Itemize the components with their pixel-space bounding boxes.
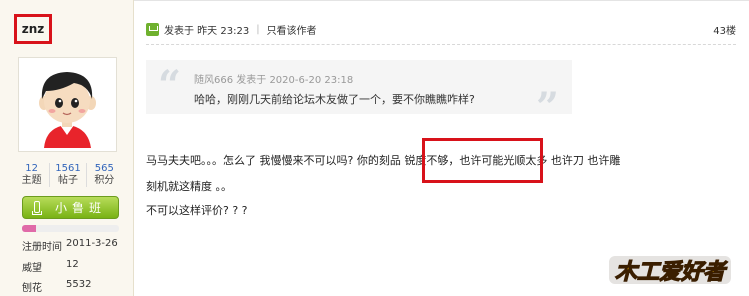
header-divider — [146, 44, 736, 45]
view-author-only-link[interactable]: 只看该作者 — [267, 22, 317, 37]
username-link[interactable]: znz — [22, 22, 45, 36]
rank-progress-bar — [22, 225, 119, 232]
open-quote-icon: “ — [158, 62, 182, 109]
post-body-line: 不可以这样评价? ? ? — [146, 204, 248, 217]
stat-threads[interactable]: 12 主题 — [14, 163, 51, 187]
stat-label: 积分 — [94, 175, 115, 186]
close-quote-icon: ” — [536, 84, 560, 131]
post-time: 发表于 昨天 23:23 — [164, 26, 250, 37]
quote-meta[interactable]: 随风666 发表于 2020-6-20 23:18 — [194, 71, 353, 86]
online-status-icon — [146, 23, 159, 36]
post-body-line: 马马夫夫吧。。。怎么了 我慢慢来不可以吗? 你的刻品 锐度不够，也许可能光顺太多… — [146, 154, 621, 167]
quote-text: 哈哈，刚刚几天前给论坛木友做了一个，要不你瞧瞧咋样? — [194, 93, 475, 106]
username-highlight: znz — [14, 14, 52, 44]
stat-label: 主题 — [21, 175, 42, 186]
info-key: 注册时间 — [22, 242, 62, 253]
info-key: 刨花 — [22, 283, 42, 294]
post-header: 发表于 昨天 23:23 | 只看该作者 — [146, 22, 317, 37]
svg-text:木工爱好者: 木工爱好者 — [615, 260, 728, 285]
rank-title: 小鲁班 — [55, 201, 107, 215]
info-prestige: 威望 12 — [22, 259, 79, 274]
site-watermark-logo: 木工爱好者 — [609, 256, 731, 286]
stat-value: 12 — [25, 163, 39, 174]
avatar[interactable] — [18, 57, 117, 152]
highlight-annotation — [422, 138, 543, 183]
info-value: 12 — [66, 259, 79, 270]
stat-points[interactable]: 565 积分 — [87, 163, 122, 187]
info-shavings: 刨花 5532 — [22, 279, 91, 294]
info-value: 5532 — [66, 279, 92, 290]
stat-value: 565 — [94, 163, 114, 174]
stat-value: 1561 — [55, 163, 81, 174]
info-key: 威望 — [22, 263, 42, 274]
forum-post: znz 12 主题 1561 帖子 565 积分 小鲁班 注册时间 2011-3… — [0, 0, 749, 296]
user-stats: 12 主题 1561 帖子 565 积分 — [14, 163, 122, 187]
floor-number-link[interactable]: 43楼 — [713, 22, 736, 37]
user-sidebar: znz 12 主题 1561 帖子 565 积分 小鲁班 注册时间 2011-3… — [0, 0, 134, 296]
post-body-line: 刻机就这精度 。。 — [146, 180, 232, 193]
header-separator: | — [256, 24, 260, 35]
stat-label: 帖子 — [57, 175, 78, 186]
info-value: 2011-3-26 — [66, 238, 118, 249]
chisel-icon — [31, 200, 42, 215]
rank-progress-fill — [22, 225, 36, 232]
quote-block: “ ” 随风666 发表于 2020-6-20 23:18 哈哈，刚刚几天前给论… — [146, 60, 572, 128]
rank-badge[interactable]: 小鲁班 — [22, 196, 119, 219]
stat-posts[interactable]: 1561 帖子 — [50, 163, 87, 187]
info-register: 注册时间 2011-3-26 — [22, 238, 118, 253]
avatar-image — [22, 61, 113, 148]
